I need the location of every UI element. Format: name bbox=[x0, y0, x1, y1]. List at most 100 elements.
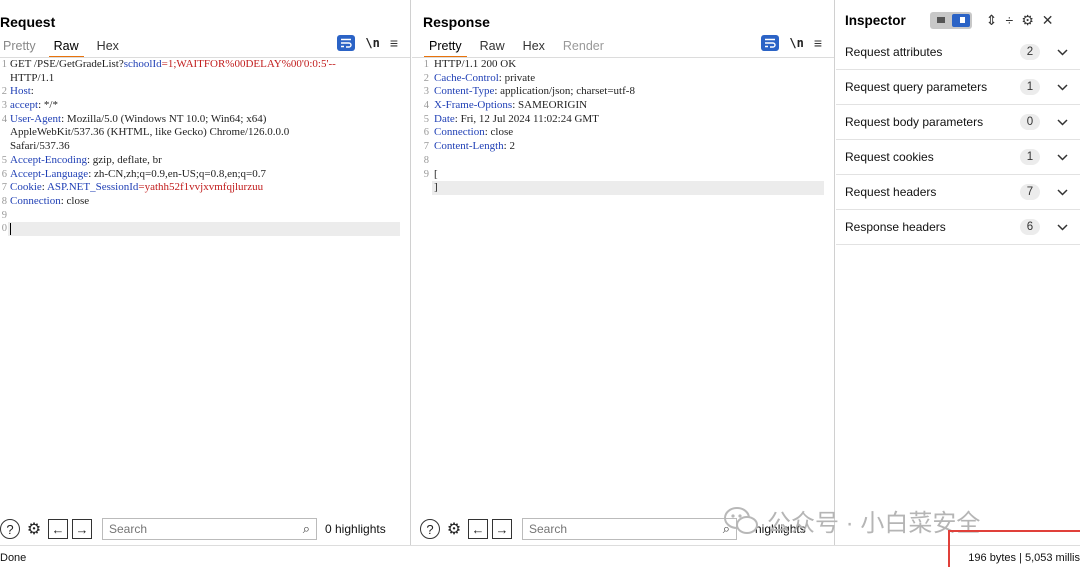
code-line: HTTP/1.1 bbox=[0, 72, 410, 86]
code-line: Safari/537.36 bbox=[0, 140, 410, 154]
header-key: Connection bbox=[10, 194, 61, 207]
newline-toggle-icon[interactable]: \n bbox=[789, 36, 803, 50]
header-key: Date bbox=[434, 112, 455, 125]
code-text: [ bbox=[434, 167, 438, 180]
tab-pretty[interactable]: Pretty bbox=[0, 37, 45, 57]
request-search-input[interactable] bbox=[109, 522, 303, 536]
chevron-down-icon[interactable] bbox=[1052, 118, 1072, 126]
code-text: : bbox=[30, 85, 34, 98]
inspector-section[interactable]: Request query parameters 1 bbox=[836, 70, 1080, 105]
request-highlights-count: 0 highlights bbox=[325, 522, 386, 536]
inspector-section-label: Request body parameters bbox=[845, 115, 984, 129]
response-search-box: ⌕ bbox=[522, 518, 737, 540]
header-key: Accept-Language bbox=[10, 167, 89, 180]
inspector-section[interactable]: Request cookies 1 bbox=[836, 140, 1080, 175]
chevron-down-icon[interactable] bbox=[1052, 83, 1072, 91]
header-key: Accept-Encoding bbox=[10, 153, 87, 166]
back-arrow-icon[interactable]: ← bbox=[48, 519, 68, 539]
inspector-section-count: 7 bbox=[1020, 184, 1040, 200]
line-code: HTTP/1.1 200 OK bbox=[434, 58, 516, 72]
inspector-layout-list-icon[interactable] bbox=[932, 14, 950, 27]
inspector-section[interactable]: Response headers 6 bbox=[836, 210, 1080, 245]
chevron-down-icon[interactable] bbox=[1052, 223, 1072, 231]
code-line: 6 Accept-Language: zh-CN,zh;q=0.9,en-US;q… bbox=[0, 168, 410, 182]
tab-raw[interactable]: Raw bbox=[45, 37, 88, 58]
code-line: ] bbox=[412, 181, 834, 195]
request-search-box: ⌕ bbox=[102, 518, 317, 540]
tab-render[interactable]: Render bbox=[554, 37, 613, 57]
newline-toggle-icon[interactable]: \n bbox=[365, 36, 379, 50]
code-text: : close bbox=[60, 194, 90, 207]
chevron-down-icon[interactable] bbox=[1052, 48, 1072, 56]
code-line: 8 Connection: close bbox=[0, 195, 410, 209]
code-line: 6 Connection: close bbox=[412, 126, 834, 140]
status-bar: Done 196 bytes | 5,053 millis bbox=[0, 545, 1080, 567]
line-number: 4 bbox=[1, 113, 7, 125]
code-text: : application/json; charset=utf-8 bbox=[494, 85, 635, 98]
code-line: 4 User-Agent: Mozilla/5.0 (Windows NT 10.… bbox=[0, 113, 410, 127]
code-text: : Fri, 12 Jul 2024 11:02:24 GMT bbox=[454, 112, 599, 125]
code-text: : SAMEORIGIN bbox=[512, 99, 588, 112]
inspector-section[interactable]: Request attributes 2 bbox=[836, 35, 1080, 70]
code-text: : */* bbox=[38, 99, 58, 112]
chevron-down-icon[interactable] bbox=[1052, 153, 1072, 161]
settings-gear-icon[interactable]: ⚙ bbox=[444, 519, 464, 539]
header-key: Content-Length bbox=[434, 140, 504, 153]
line-code: Cookie: ASP.NET_SessionId=yathh52f1vvjxv… bbox=[10, 181, 263, 195]
tab-hex[interactable]: Hex bbox=[514, 37, 554, 57]
close-icon[interactable]: ✕ bbox=[1042, 12, 1054, 29]
code-text: : Mozilla/5.0 (Windows NT 10.0; Win64; x… bbox=[61, 112, 267, 125]
response-editor[interactable]: 1 HTTP/1.1 200 OK 2 Cache-Control: private 3… bbox=[412, 58, 834, 513]
forward-arrow-icon[interactable]: → bbox=[72, 519, 92, 539]
request-search-bar: ? ⚙ ← → ⌕ 0 highlights bbox=[0, 513, 410, 545]
back-arrow-icon[interactable]: ← bbox=[468, 519, 488, 539]
menu-icon[interactable]: ≡ bbox=[390, 36, 398, 50]
header-key: Content-Type bbox=[434, 85, 495, 98]
chevron-down-icon[interactable] bbox=[1052, 188, 1072, 196]
line-code: User-Agent: Mozilla/5.0 (Windows NT 10.0… bbox=[10, 113, 266, 127]
request-editor[interactable]: 1 GET /PSE/GetGradeList?schoolId=1;WAITFO… bbox=[0, 58, 410, 513]
settings-gear-icon[interactable]: ⚙ bbox=[24, 519, 44, 539]
help-icon[interactable]: ? bbox=[0, 519, 20, 539]
inspector-section[interactable]: Request headers 7 bbox=[836, 175, 1080, 210]
forward-arrow-icon[interactable]: → bbox=[492, 519, 512, 539]
line-number: 8 bbox=[423, 154, 429, 166]
collapse-all-icon[interactable]: ÷ bbox=[1006, 12, 1014, 28]
inspector-settings-gear-icon[interactable]: ⚙ bbox=[1021, 12, 1034, 29]
inspector-section[interactable]: Request body parameters 0 bbox=[836, 105, 1080, 140]
code-text: : zh-CN,zh;q=0.9,en-US;q=0.8,en;q=0.7 bbox=[88, 167, 266, 180]
wrap-lines-icon[interactable] bbox=[761, 35, 780, 51]
header-key: Cache-Control bbox=[434, 71, 499, 84]
status-text: Done bbox=[0, 552, 27, 564]
code-line: 0 bbox=[0, 222, 410, 236]
inspector-layout-toggle[interactable] bbox=[929, 11, 972, 29]
line-code: Accept-Language: zh-CN,zh;q=0.9,en-US;q=… bbox=[10, 168, 266, 182]
code-line: 1 GET /PSE/GetGradeList?schoolId=1;WAITFO… bbox=[0, 58, 410, 72]
tab-raw[interactable]: Raw bbox=[471, 37, 514, 57]
inspector-tools: ⇕ ÷ ⚙ ✕ bbox=[986, 12, 1054, 29]
param-value: =1;WAITFOR%00DELAY%00'0:0:5'-- bbox=[161, 58, 336, 70]
line-number: 7 bbox=[1, 182, 7, 194]
menu-icon[interactable]: ≡ bbox=[814, 36, 822, 50]
inspector-section-count: 2 bbox=[1020, 44, 1040, 60]
header-key: Connection bbox=[434, 126, 485, 139]
header-key: schoolId bbox=[123, 58, 162, 70]
inspector-layout-split-icon[interactable] bbox=[951, 13, 970, 27]
inspector-header: Inspector ⇕ ÷ ⚙ ✕ bbox=[845, 10, 1080, 30]
line-number: 9 bbox=[423, 168, 429, 180]
tab-pretty[interactable]: Pretty bbox=[420, 37, 471, 58]
help-icon[interactable]: ? bbox=[420, 519, 440, 539]
line-number: 3 bbox=[423, 86, 429, 98]
code-line: 7 Content-Length: 2 bbox=[412, 140, 834, 154]
code-line: 9 bbox=[0, 209, 410, 223]
line-code: Connection: close bbox=[434, 126, 513, 140]
tab-hex[interactable]: Hex bbox=[88, 37, 128, 57]
code-text: GET /PSE/GetGradeList? bbox=[10, 58, 124, 70]
wrap-lines-icon[interactable] bbox=[337, 35, 356, 51]
request-tools: \n ≡ bbox=[337, 35, 398, 51]
code-text: HTTP/1.1 200 OK bbox=[434, 58, 517, 70]
expand-all-icon[interactable]: ⇕ bbox=[986, 12, 998, 29]
code-text: Safari/537.36 bbox=[10, 140, 70, 153]
response-search-input[interactable] bbox=[529, 522, 723, 536]
inspector-title: Inspector bbox=[845, 12, 906, 28]
